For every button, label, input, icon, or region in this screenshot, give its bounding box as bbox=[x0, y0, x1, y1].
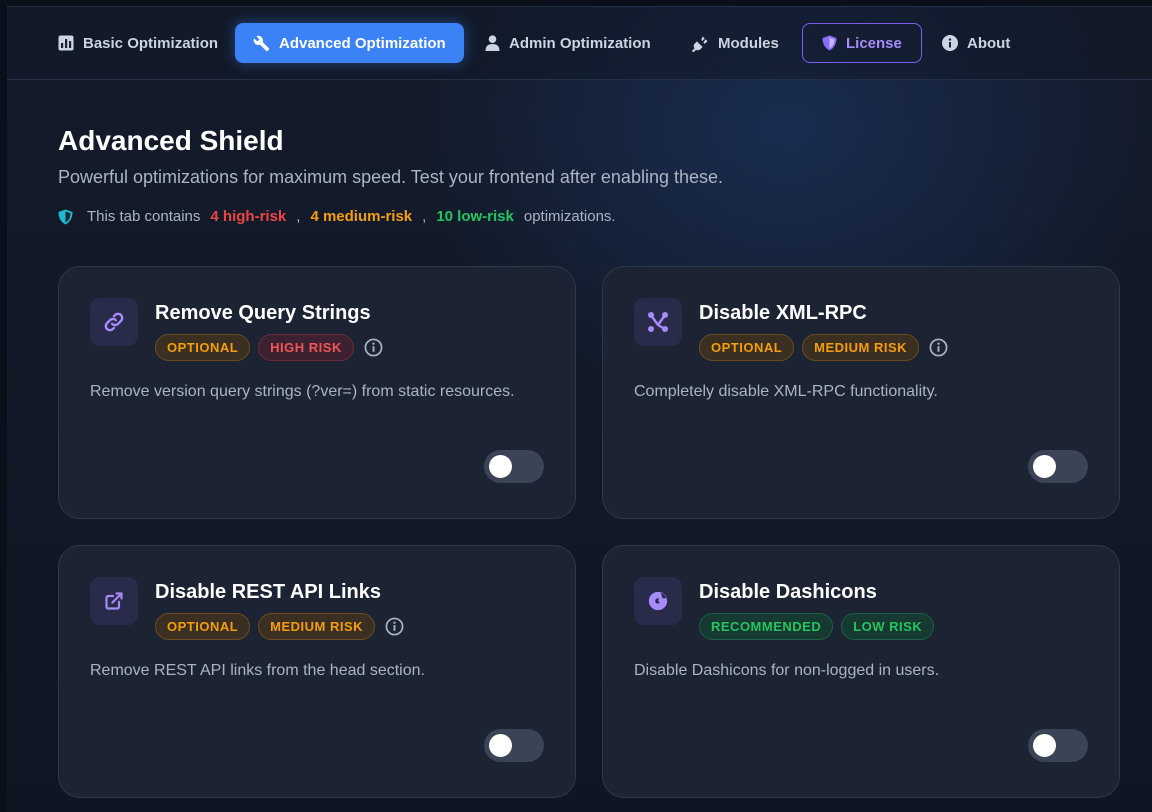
info-circle-icon[interactable] bbox=[929, 338, 948, 357]
summary-suffix: optimizations. bbox=[523, 208, 616, 225]
enable-toggle[interactable] bbox=[1028, 729, 1088, 762]
summary-separator: , bbox=[296, 208, 301, 225]
risk-summary: This tab contains 4 high-risk , 4 medium… bbox=[58, 208, 616, 225]
card-icon bbox=[634, 577, 682, 625]
summary-separator: , bbox=[422, 208, 427, 225]
tab-admin-optimization[interactable]: Admin Optimization bbox=[485, 23, 651, 63]
nodes-icon bbox=[648, 312, 668, 332]
risk-badge: MEDIUM RISK bbox=[802, 334, 920, 361]
enable-toggle[interactable] bbox=[1028, 450, 1088, 483]
tab-label: License bbox=[846, 34, 902, 52]
badge-row: OPTIONAL MEDIUM RISK bbox=[155, 613, 404, 640]
shield-half-icon bbox=[58, 209, 73, 224]
option-card-disable-dashicons: Disable Dashicons RECOMMENDED LOW RISK D… bbox=[602, 545, 1120, 798]
page-subtitle: Powerful optimizations for maximum speed… bbox=[58, 167, 724, 187]
tab-label: Basic Optimization bbox=[83, 34, 219, 52]
medium-risk-count: 4 medium-risk bbox=[310, 208, 413, 225]
info-circle-icon[interactable] bbox=[364, 338, 383, 357]
tab-modules[interactable]: Modules bbox=[692, 23, 779, 63]
optional-badge: OPTIONAL bbox=[699, 334, 795, 361]
badge-row: OPTIONAL HIGH RISK bbox=[155, 334, 383, 361]
tab-label: Modules bbox=[718, 34, 779, 52]
toggle-knob bbox=[489, 455, 512, 478]
toggle-knob bbox=[1033, 734, 1056, 757]
card-description: Remove version query strings (?ver=) fro… bbox=[90, 383, 515, 400]
tab-label: Advanced Optimization bbox=[279, 34, 446, 52]
enable-toggle[interactable] bbox=[484, 729, 544, 762]
info-icon bbox=[942, 35, 958, 51]
option-card-remove-query-strings: Remove Query Strings OPTIONAL HIGH RISK … bbox=[58, 266, 576, 519]
external-link-icon bbox=[105, 592, 123, 610]
card-title: Disable Dashicons bbox=[699, 581, 877, 603]
window-left-edge bbox=[0, 0, 7, 812]
info-circle-icon[interactable] bbox=[385, 617, 404, 636]
tab-advanced-optimization[interactable]: Advanced Optimization bbox=[235, 23, 464, 63]
tab-license[interactable]: License bbox=[802, 23, 922, 63]
option-card-disable-xml-rpc: Disable XML-RPC OPTIONAL MEDIUM RISK Com… bbox=[602, 266, 1120, 519]
window-top-edge bbox=[0, 0, 1152, 7]
user-icon bbox=[485, 35, 500, 51]
link-icon bbox=[104, 312, 124, 332]
tab-bar: Basic Optimization Advanced Optimization… bbox=[7, 7, 1152, 80]
plug-icon bbox=[692, 35, 708, 52]
optional-badge: OPTIONAL bbox=[155, 334, 251, 361]
page-title: Advanced Shield bbox=[58, 125, 284, 156]
card-title: Remove Query Strings bbox=[155, 302, 371, 324]
badge-row: OPTIONAL MEDIUM RISK bbox=[699, 334, 948, 361]
toggle-knob bbox=[489, 734, 512, 757]
card-description: Remove REST API links from the head sect… bbox=[90, 662, 425, 679]
card-description: Completely disable XML-RPC functionality… bbox=[634, 383, 938, 400]
card-title: Disable XML-RPC bbox=[699, 302, 867, 324]
badge-row: RECOMMENDED LOW RISK bbox=[699, 613, 935, 640]
optional-badge: OPTIONAL bbox=[155, 613, 251, 640]
risk-badge: MEDIUM RISK bbox=[258, 613, 376, 640]
recommended-badge: RECOMMENDED bbox=[699, 613, 834, 640]
option-card-disable-rest-api-links: Disable REST API Links OPTIONAL MEDIUM R… bbox=[58, 545, 576, 798]
high-risk-count: 4 high-risk bbox=[210, 208, 287, 225]
tab-basic-optimization[interactable]: Basic Optimization bbox=[58, 23, 218, 63]
summary-prefix: This tab contains bbox=[87, 208, 201, 225]
card-icon bbox=[90, 298, 138, 346]
wrench-icon bbox=[253, 35, 270, 51]
shield-icon bbox=[822, 35, 837, 51]
tab-label: About bbox=[967, 34, 1011, 52]
tab-about[interactable]: About bbox=[942, 23, 1010, 63]
app-panel: Basic Optimization Advanced Optimization… bbox=[7, 7, 1152, 812]
enable-toggle[interactable] bbox=[484, 450, 544, 483]
card-icon bbox=[90, 577, 138, 625]
card-icon bbox=[634, 298, 682, 346]
card-title: Disable REST API Links bbox=[155, 581, 381, 603]
low-risk-count: 10 low-risk bbox=[436, 208, 514, 225]
risk-badge: HIGH RISK bbox=[258, 334, 354, 361]
toggle-knob bbox=[1033, 455, 1056, 478]
chart-square-icon bbox=[58, 35, 74, 51]
dashicons-logo-icon bbox=[648, 591, 668, 611]
card-description: Disable Dashicons for non-logged in user… bbox=[634, 662, 940, 679]
tab-label: Admin Optimization bbox=[509, 34, 651, 52]
risk-badge: LOW RISK bbox=[841, 613, 935, 640]
